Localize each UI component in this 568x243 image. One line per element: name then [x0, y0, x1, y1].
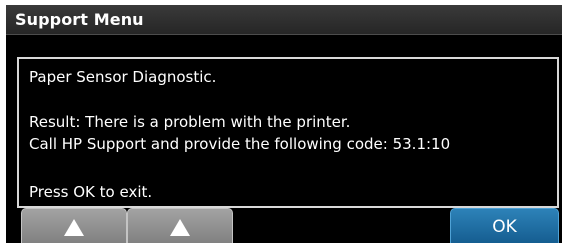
ok-button[interactable]: OK	[450, 208, 559, 243]
message-result: Result: There is a problem with the prin…	[29, 113, 351, 131]
message-heading: Paper Sensor Diagnostic.	[29, 68, 217, 86]
scroll-up-button-secondary[interactable]	[127, 208, 233, 243]
up-arrow-icon	[170, 219, 190, 236]
scroll-up-button[interactable]	[21, 208, 127, 243]
menu-title: Support Menu	[15, 10, 144, 29]
message-box: Paper Sensor Diagnostic. Result: There i…	[17, 57, 559, 208]
up-arrow-icon	[64, 219, 84, 236]
printer-display: Support Menu Paper Sensor Diagnostic. Re…	[6, 5, 562, 243]
message-support-code: Call HP Support and provide the followin…	[29, 135, 451, 153]
title-bar: Support Menu	[6, 5, 562, 35]
message-exit-instruction: Press OK to exit.	[29, 183, 153, 201]
